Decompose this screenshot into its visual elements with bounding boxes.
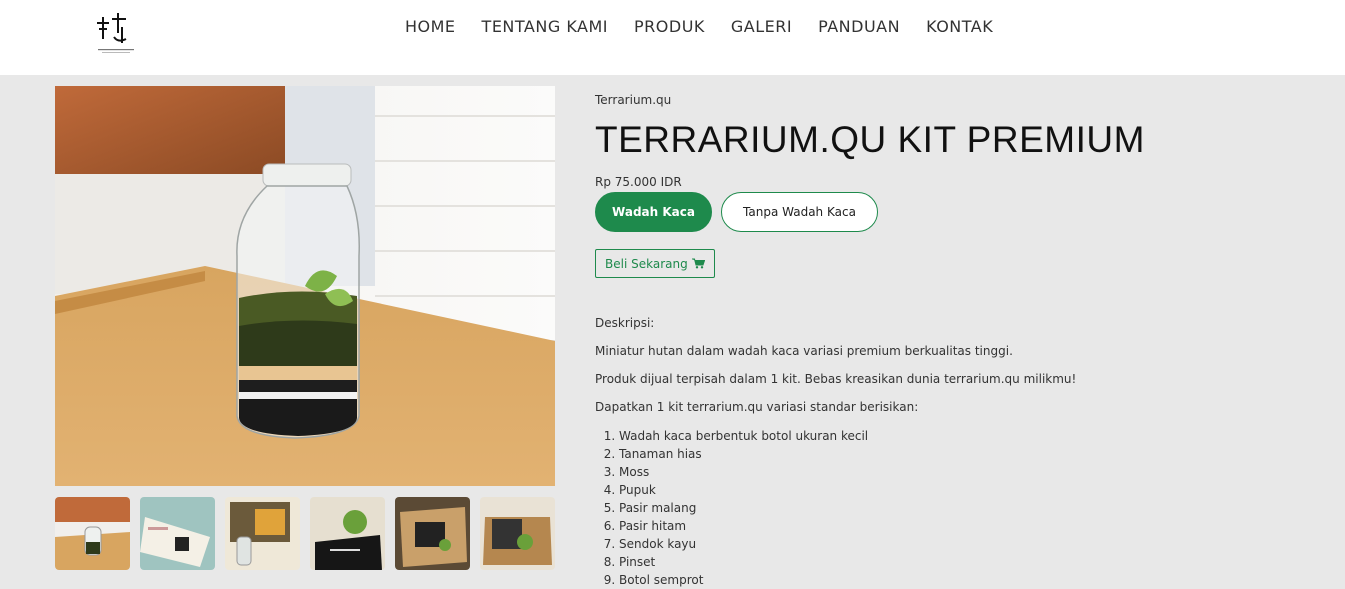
thumbnail-4[interactable] [310,497,385,570]
list-item: Botol semprot [619,571,1295,589]
variant-selector: Wadah Kaca Tanpa Wadah Kaca [595,192,1295,232]
list-item: Pinset [619,553,1295,571]
thumbnail-1[interactable] [55,497,130,570]
list-item: Sendok kayu [619,535,1295,553]
top-navbar: HOME TENTANG KAMI PRODUK GALERI PANDUAN … [0,0,1345,75]
product-price: Rp 75.000 IDR [595,175,682,189]
description-heading: Deskripsi: [595,316,655,330]
thumbnail-5[interactable] [395,497,470,570]
product-brand[interactable]: Terrarium.qu [595,93,1295,107]
list-item: Pasir hitam [619,517,1295,535]
list-item: Moss [619,463,1295,481]
description-paragraph: Dapatkan 1 kit terrarium.qu variasi stan… [595,400,919,414]
list-item: Tanaman hias [619,445,1295,463]
logo-icon [97,13,134,53]
nav-galeri[interactable]: GALERI [731,17,792,36]
list-item: Pasir malang [619,499,1295,517]
variant-wadah-kaca-button[interactable]: Wadah Kaca [595,192,712,232]
nav-tentang-kami[interactable]: TENTANG KAMI [482,17,608,36]
thumbnail-2[interactable] [140,497,215,570]
buy-now-button[interactable]: Beli Sekarang [595,249,715,278]
description-paragraph: Produk dijual terpisah dalam 1 kit. Beba… [595,372,1077,386]
description-paragraph: Miniatur hutan dalam wadah kaca variasi … [595,344,1013,358]
logo[interactable] [94,9,138,57]
nav-produk[interactable]: PRODUK [634,17,705,36]
kit-contents-list: Wadah kaca berbentuk botol ukuran kecil … [619,427,1295,589]
product-main-image [55,86,555,486]
variant-tanpa-wadah-kaca-button[interactable]: Tanpa Wadah Kaca [721,192,878,232]
buy-now-label: Beli Sekarang [605,256,688,271]
product-description: Deskripsi: Miniatur hutan dalam wadah ka… [595,315,1295,589]
thumbnail-3[interactable] [225,497,300,570]
product-title: TERRARIUM.QU KIT PREMIUM [595,119,1145,160]
list-item: Pupuk [619,481,1295,499]
thumbnail-6[interactable] [480,497,555,570]
cart-icon [691,258,705,269]
nav-home[interactable]: HOME [405,17,456,36]
nav-panduan[interactable]: PANDUAN [818,17,900,36]
list-item: Wadah kaca berbentuk botol ukuran kecil [619,427,1295,445]
nav-kontak[interactable]: KONTAK [926,17,993,36]
